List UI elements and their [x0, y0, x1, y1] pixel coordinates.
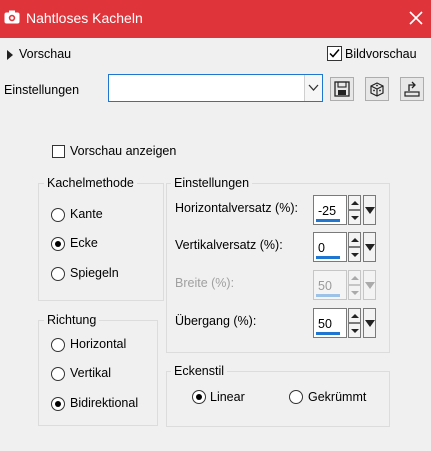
horizontal-offset-bar	[316, 219, 340, 222]
radio-ecke[interactable]	[51, 237, 65, 251]
width-bar	[316, 294, 340, 297]
save-preset-button[interactable]	[330, 77, 354, 101]
horizontal-offset-value: -25	[318, 204, 337, 218]
close-icon[interactable]	[404, 6, 428, 30]
chevron-up-icon[interactable]	[348, 308, 361, 323]
radio-kante[interactable]	[51, 208, 65, 222]
chevron-down-icon	[348, 285, 361, 300]
transition-slider[interactable]	[363, 308, 376, 338]
width-label: Breite (%):	[175, 276, 235, 290]
settings-group-legend: Einstellungen	[171, 176, 253, 190]
horizontal-offset-stepper[interactable]	[348, 195, 361, 225]
vertical-offset-label: Vertikalversatz (%):	[175, 238, 283, 252]
radio-vertikal-label[interactable]: Vertikal	[70, 366, 111, 380]
vertical-offset-value: 0	[318, 241, 325, 255]
transition-bar	[316, 332, 340, 335]
image-preview-label: Bildvorschau	[345, 47, 417, 61]
reset-icon	[401, 81, 423, 103]
vertical-offset-stepper[interactable]	[348, 232, 361, 262]
vertical-offset-slider[interactable]	[363, 232, 376, 262]
settings-dropdown[interactable]	[108, 74, 323, 102]
horizontal-offset-label: Horizontalversatz (%):	[175, 201, 298, 215]
radio-vertikal[interactable]	[51, 367, 65, 381]
random-button[interactable]	[365, 77, 389, 101]
title-bar: Nahtloses Kacheln	[0, 0, 431, 38]
width-slider	[363, 270, 376, 300]
chevron-down-icon[interactable]	[348, 323, 361, 338]
radio-gekruemmt-label[interactable]: Gekrümmt	[308, 390, 366, 404]
direction-legend: Richtung	[44, 313, 100, 327]
vertical-offset-input[interactable]: 0	[313, 232, 347, 262]
horizontal-offset-input[interactable]: -25	[313, 195, 347, 225]
dice-icon	[366, 82, 388, 103]
chevron-up-icon[interactable]	[348, 232, 361, 247]
reset-button[interactable]	[400, 77, 424, 101]
camera-icon	[4, 10, 20, 24]
expand-arrow-icon[interactable]	[6, 49, 14, 63]
transition-stepper[interactable]	[348, 308, 361, 338]
image-preview-checkbox[interactable]	[327, 46, 342, 61]
radio-spiegeln-label[interactable]: Spiegeln	[70, 266, 119, 280]
tiling-method-legend: Kachelmethode	[44, 176, 137, 190]
width-input: 50	[313, 270, 347, 300]
radio-horizontal-label[interactable]: Horizontal	[70, 337, 126, 351]
radio-bidirektional[interactable]	[51, 397, 65, 411]
save-icon	[331, 81, 353, 103]
chevron-up-icon[interactable]	[348, 195, 361, 210]
chevron-down-icon[interactable]	[348, 247, 361, 262]
chevron-up-icon	[348, 270, 361, 285]
radio-ecke-label[interactable]: Ecke	[70, 236, 98, 250]
radio-spiegeln[interactable]	[51, 267, 65, 281]
radio-linear[interactable]	[192, 390, 206, 404]
width-stepper	[348, 270, 361, 300]
corner-style-legend: Eckenstil	[171, 364, 228, 378]
show-preview-label: Vorschau anzeigen	[70, 144, 177, 158]
radio-kante-label[interactable]: Kante	[70, 207, 103, 221]
horizontal-offset-slider[interactable]	[363, 195, 376, 225]
transition-value: 50	[318, 317, 332, 331]
vertical-offset-bar	[316, 256, 340, 259]
radio-linear-label[interactable]: Linear	[210, 390, 245, 404]
width-value: 50	[318, 279, 332, 293]
show-preview-checkbox[interactable]	[52, 145, 65, 158]
transition-input[interactable]: 50	[313, 308, 347, 338]
radio-horizontal[interactable]	[51, 338, 65, 352]
radio-bidirektional-label[interactable]: Bidirektional	[70, 396, 138, 410]
settings-label: Einstellungen	[4, 83, 80, 97]
preview-toggle[interactable]: Vorschau	[19, 47, 71, 61]
chevron-down-icon[interactable]	[348, 210, 361, 225]
transition-label: Übergang (%):	[175, 314, 257, 328]
chevron-down-icon[interactable]	[304, 75, 322, 101]
radio-gekruemmt[interactable]	[289, 390, 303, 404]
window-title: Nahtloses Kacheln	[26, 10, 143, 26]
